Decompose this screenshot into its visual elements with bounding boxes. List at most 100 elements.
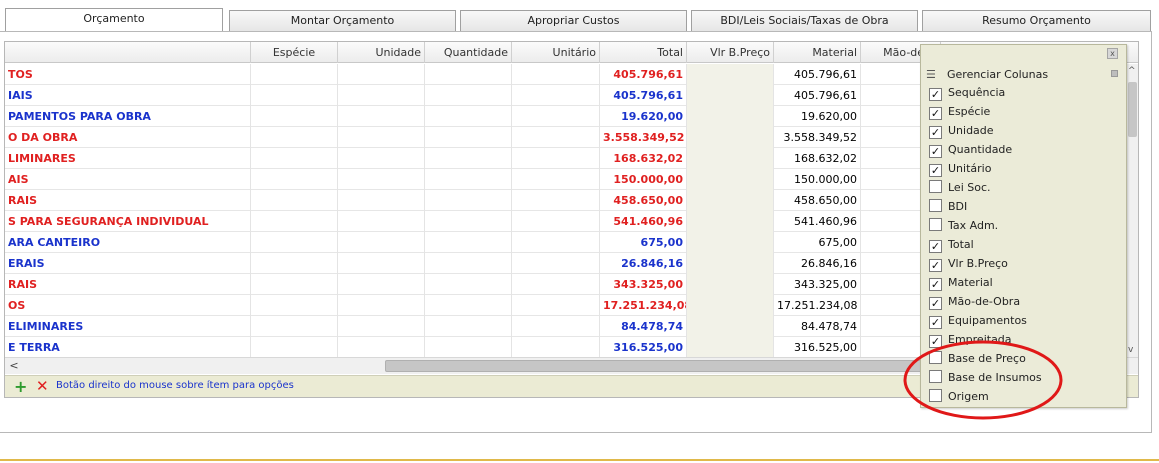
cell-empty <box>338 85 425 106</box>
column-option-mao-de-obra[interactable]: ✓ Mão-de-Obra <box>929 292 1119 311</box>
checkbox[interactable]: ✓ <box>929 88 942 101</box>
column-option-material[interactable]: ✓ Material <box>929 273 1119 292</box>
cell-material: 405.796,61 <box>774 85 861 106</box>
checkbox[interactable]: ✓ <box>929 335 942 348</box>
cell-empty <box>338 274 425 295</box>
cell-empty <box>425 253 512 274</box>
checkbox[interactable]: ✓ <box>929 240 942 253</box>
horizontal-scroll-thumb[interactable] <box>385 360 945 372</box>
tab-bdi-leis-sociais[interactable]: BDI/Leis Sociais/Taxas de Obra <box>691 10 918 31</box>
checkbox[interactable]: ✓ <box>929 259 942 272</box>
column-option-label: Total <box>948 238 974 251</box>
column-option-lei-soc[interactable]: Lei Soc. <box>929 178 1119 197</box>
cell-material: 405.796,61 <box>774 64 861 85</box>
vertical-scrollbar[interactable]: ^ v <box>1125 64 1138 357</box>
tab-bar: Orçamento Montar Orçamento Apropriar Cus… <box>0 0 1159 32</box>
cell-empty <box>512 85 600 106</box>
cell-material: 458.650,00 <box>774 190 861 211</box>
x-icon[interactable]: ✕ <box>36 379 50 394</box>
checkbox[interactable]: ✓ <box>929 164 942 177</box>
column-option-base-de-insumos[interactable]: Base de Insumos <box>929 368 1119 387</box>
checkbox[interactable]: ✓ <box>929 107 942 120</box>
checkbox[interactable] <box>929 370 942 383</box>
column-option-sequencia[interactable]: ✓ Sequência <box>929 83 1119 102</box>
cell-total: 675,00 <box>600 232 687 253</box>
col-header-vlr-b-preco[interactable]: Vlr B.Preço <box>687 42 774 63</box>
column-option-empreitada[interactable]: ✓ Empreitada <box>929 330 1119 349</box>
column-option-vlr-b-preco[interactable]: ✓ Vlr B.Preço <box>929 254 1119 273</box>
checkbox[interactable]: ✓ <box>929 316 942 329</box>
tab-apropriar-custos[interactable]: Apropriar Custos <box>460 10 687 31</box>
columns-icon: ☰ <box>926 68 936 81</box>
column-option-label: Quantidade <box>948 143 1013 156</box>
cell-vlr-b-preco <box>687 64 774 85</box>
cell-total: 168.632,02 <box>600 148 687 169</box>
column-option-unitario[interactable]: ✓ Unitário <box>929 159 1119 178</box>
scroll-up-icon[interactable]: ^ <box>1128 66 1136 76</box>
checkbox[interactable]: ✓ <box>929 145 942 158</box>
column-option-label: Base de Insumos <box>948 371 1042 384</box>
column-option-label: BDI <box>948 200 968 213</box>
cell-material: 168.632,02 <box>774 148 861 169</box>
checkbox[interactable] <box>929 218 942 231</box>
cell-total: 343.325,00 <box>600 274 687 295</box>
cell-material: 26.846,16 <box>774 253 861 274</box>
column-option-total[interactable]: ✓ Total <box>929 235 1119 254</box>
col-header-material[interactable]: Material <box>774 42 861 63</box>
checkbox[interactable] <box>929 180 942 193</box>
column-option-label: Material <box>948 276 993 289</box>
column-option-unidade[interactable]: ✓ Unidade <box>929 121 1119 140</box>
col-header-description[interactable] <box>5 42 251 63</box>
col-header-unitario[interactable]: Unitário <box>512 42 600 63</box>
checkbox[interactable] <box>929 199 942 212</box>
tab-orcamento[interactable]: Orçamento <box>5 8 223 32</box>
cell-empty <box>338 64 425 85</box>
cell-empty <box>512 274 600 295</box>
tab-resumo-orcamento[interactable]: Resumo Orçamento <box>922 10 1151 31</box>
column-option-label: Lei Soc. <box>948 181 991 194</box>
checkbox[interactable] <box>929 389 942 402</box>
column-option-especie[interactable]: ✓ Espécie <box>929 102 1119 121</box>
cell-total: 19.620,00 <box>600 106 687 127</box>
column-option-tax-adm[interactable]: Tax Adm. <box>929 216 1119 235</box>
cell-empty <box>251 295 338 316</box>
cell-empty <box>512 148 600 169</box>
checkbox[interactable] <box>929 351 942 364</box>
column-option-origem[interactable]: Origem <box>929 387 1119 406</box>
cell-description: TOS <box>5 64 251 85</box>
cell-empty <box>425 64 512 85</box>
cell-total: 84.478,74 <box>600 316 687 337</box>
cell-description: PAMENTOS PARA OBRA <box>5 106 251 127</box>
cell-empty <box>425 211 512 232</box>
tab-montar-orcamento[interactable]: Montar Orçamento <box>229 10 456 31</box>
scroll-down-icon[interactable]: v <box>1128 345 1133 355</box>
cell-empty <box>425 106 512 127</box>
column-option-bdi[interactable]: BDI <box>929 197 1119 216</box>
cell-vlr-b-preco <box>687 169 774 190</box>
column-option-equipamentos[interactable]: ✓ Equipamentos <box>929 311 1119 330</box>
vertical-scroll-thumb[interactable] <box>1128 82 1137 137</box>
cell-empty <box>512 106 600 127</box>
cell-vlr-b-preco <box>687 190 774 211</box>
cell-empty <box>512 316 600 337</box>
cell-vlr-b-preco <box>687 274 774 295</box>
cell-empty <box>512 169 600 190</box>
col-header-total[interactable]: Total <box>600 42 687 63</box>
close-icon[interactable]: x <box>1107 48 1118 59</box>
cell-empty <box>338 232 425 253</box>
bottom-rule <box>0 459 1159 461</box>
checkbox[interactable]: ✓ <box>929 278 942 291</box>
cell-empty <box>512 211 600 232</box>
cell-empty <box>338 148 425 169</box>
col-header-unidade[interactable]: Unidade <box>338 42 425 63</box>
panel-minimize-icon[interactable] <box>1111 70 1118 77</box>
checkbox[interactable]: ✓ <box>929 297 942 310</box>
col-header-quantidade[interactable]: Quantidade <box>425 42 512 63</box>
cell-description: ERAIS <box>5 253 251 274</box>
column-option-base-de-preco[interactable]: Base de Preço <box>929 349 1119 368</box>
scroll-left-icon[interactable]: < <box>7 358 21 374</box>
col-header-especie[interactable]: Espécie <box>251 42 338 63</box>
checkbox[interactable]: ✓ <box>929 126 942 139</box>
column-option-quantidade[interactable]: ✓ Quantidade <box>929 140 1119 159</box>
plus-icon[interactable]: + <box>14 379 28 395</box>
